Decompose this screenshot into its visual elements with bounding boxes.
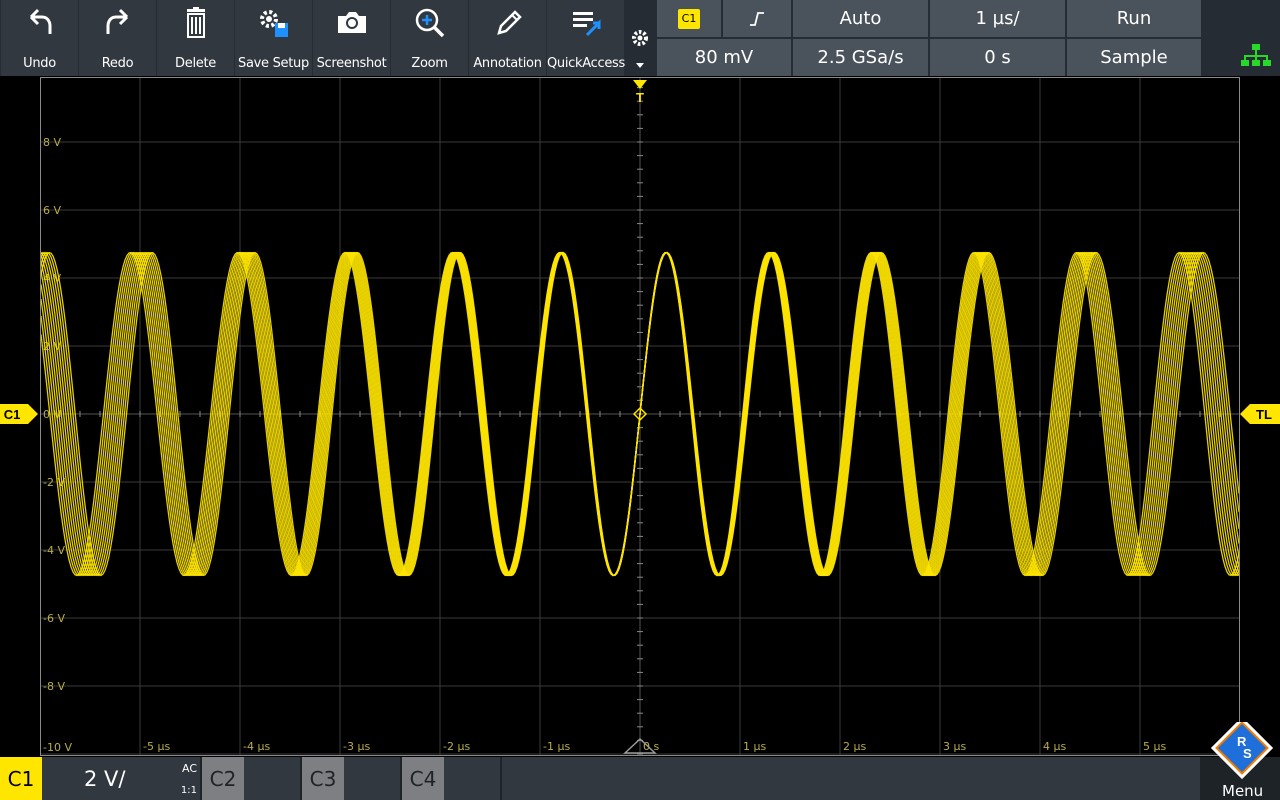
c1-probe-ratio: 1:1 <box>180 785 197 796</box>
annotation-label: Annotation <box>473 56 542 71</box>
c1-offset-label: C1 <box>4 407 21 422</box>
screenshot-label: Screenshot <box>316 56 387 71</box>
x-axis-label: -2 µs <box>443 740 470 753</box>
c1-scale: 2 V/ <box>84 766 126 791</box>
save-setup-icon <box>259 10 288 37</box>
trigger-level-label: TL <box>1256 407 1272 422</box>
pencil-icon <box>496 10 522 35</box>
rs-logo-icon: R S <box>1210 716 1274 780</box>
c4-settings-cell[interactable] <box>444 757 500 800</box>
c1-settings-cell[interactable]: 2 V/ AC 1:1 <box>42 757 200 800</box>
run-state-cell[interactable]: Run <box>1067 0 1201 37</box>
sample-rate-cell[interactable]: 2.5 GSa/s <box>793 39 928 76</box>
x-axis-label: 5 µs <box>1143 740 1166 753</box>
acquisition-mode-cell[interactable]: Sample <box>1067 39 1201 76</box>
undo-button[interactable]: Undo <box>1 0 78 76</box>
gear-icon <box>632 30 648 46</box>
undo-icon <box>29 8 51 34</box>
x-axis-label: 0 s <box>643 740 659 753</box>
waveform-display[interactable]: 8 V6 V4 V2 V0 V -2 V -4 V -6 V -8 V -10 V -5 µ… <box>40 77 1240 756</box>
camera-icon <box>337 12 366 33</box>
x-axis-label: -1 µs <box>543 740 570 753</box>
c2-settings-cell[interactable] <box>244 757 300 800</box>
settings-button[interactable] <box>626 0 654 76</box>
rising-edge-icon <box>750 11 764 26</box>
trigger-marker-label: T <box>636 90 644 104</box>
screenshot-button[interactable]: Screenshot <box>313 0 390 76</box>
chevron-down-icon <box>636 63 644 68</box>
c3-channel-tab[interactable]: C3 <box>302 757 344 800</box>
trigger-slope-cell[interactable] <box>723 0 791 37</box>
redo-icon <box>106 8 128 34</box>
c4-channel-tab[interactable]: C4 <box>402 757 444 800</box>
timebase-cell[interactable]: 1 µs/ <box>930 0 1065 37</box>
redo-button[interactable]: Redo <box>79 0 156 76</box>
trigger-level-marker[interactable]: TL <box>1240 403 1280 425</box>
y-axis-label: 6 V <box>43 204 61 217</box>
save-setup-button[interactable]: Save Setup <box>235 0 312 76</box>
menu-button[interactable]: R S Menu <box>1206 716 1278 800</box>
undo-label: Undo <box>23 56 56 71</box>
zoom-in-icon <box>415 8 444 38</box>
c1-offset-marker[interactable]: C1 <box>0 403 40 425</box>
network-icon[interactable] <box>1240 44 1272 68</box>
trigger-source-cell[interactable]: C1 <box>657 0 721 37</box>
trigger-level-cell[interactable]: 80 mV <box>657 39 791 76</box>
y-axis-label: -4 V <box>43 544 65 557</box>
bottom-empty-area <box>502 757 1200 800</box>
x-axis-label: 3 µs <box>943 740 966 753</box>
delete-label: Delete <box>175 56 216 71</box>
trigger-source-badge: C1 <box>678 8 700 29</box>
quick-access-icon <box>572 12 600 37</box>
y-axis-label: -8 V <box>43 680 65 693</box>
zoom-button[interactable]: Zoom <box>391 0 468 76</box>
c1-channel-tab[interactable]: C1 <box>0 757 42 800</box>
x-axis-label: -5 µs <box>143 740 170 753</box>
horizontal-position-cell[interactable]: 0 s <box>930 39 1065 76</box>
x-axis-label: 2 µs <box>843 740 866 753</box>
save-setup-label: Save Setup <box>238 56 309 71</box>
quick-access-label: QuickAccess <box>547 56 625 71</box>
delete-button[interactable]: Delete <box>157 0 234 76</box>
y-axis-label: 8 V <box>43 136 61 149</box>
x-axis-label: -3 µs <box>343 740 370 753</box>
svg-text:S: S <box>1243 746 1252 761</box>
menu-label: Menu <box>1222 782 1264 800</box>
x-axis-label: -4 µs <box>243 740 270 753</box>
x-axis-label: 4 µs <box>1043 740 1066 753</box>
trigger-mode-cell[interactable]: Auto <box>793 0 928 37</box>
y-axis-label: -10 V <box>43 741 72 754</box>
trigger-position-marker[interactable]: T <box>632 80 648 104</box>
c1-coupling: AC <box>181 762 197 775</box>
trash-icon <box>186 7 205 38</box>
waveform-canvas: 8 V6 V4 V2 V0 V-2 V-4 V-6 V-8 V-10 V -5 µ… <box>41 78 1239 755</box>
quick-access-button[interactable]: QuickAccess <box>547 0 625 76</box>
y-axis-label: -6 V <box>43 612 65 625</box>
c2-channel-tab[interactable]: C2 <box>202 757 244 800</box>
toolbar: Undo Redo Delete Save Setup Screenshot Z… <box>0 0 1280 76</box>
redo-label: Redo <box>101 56 134 71</box>
zoom-label: Zoom <box>411 56 448 71</box>
c3-settings-cell[interactable] <box>344 757 400 800</box>
x-axis-label: 1 µs <box>743 740 766 753</box>
annotation-button[interactable]: Annotation <box>469 0 546 76</box>
